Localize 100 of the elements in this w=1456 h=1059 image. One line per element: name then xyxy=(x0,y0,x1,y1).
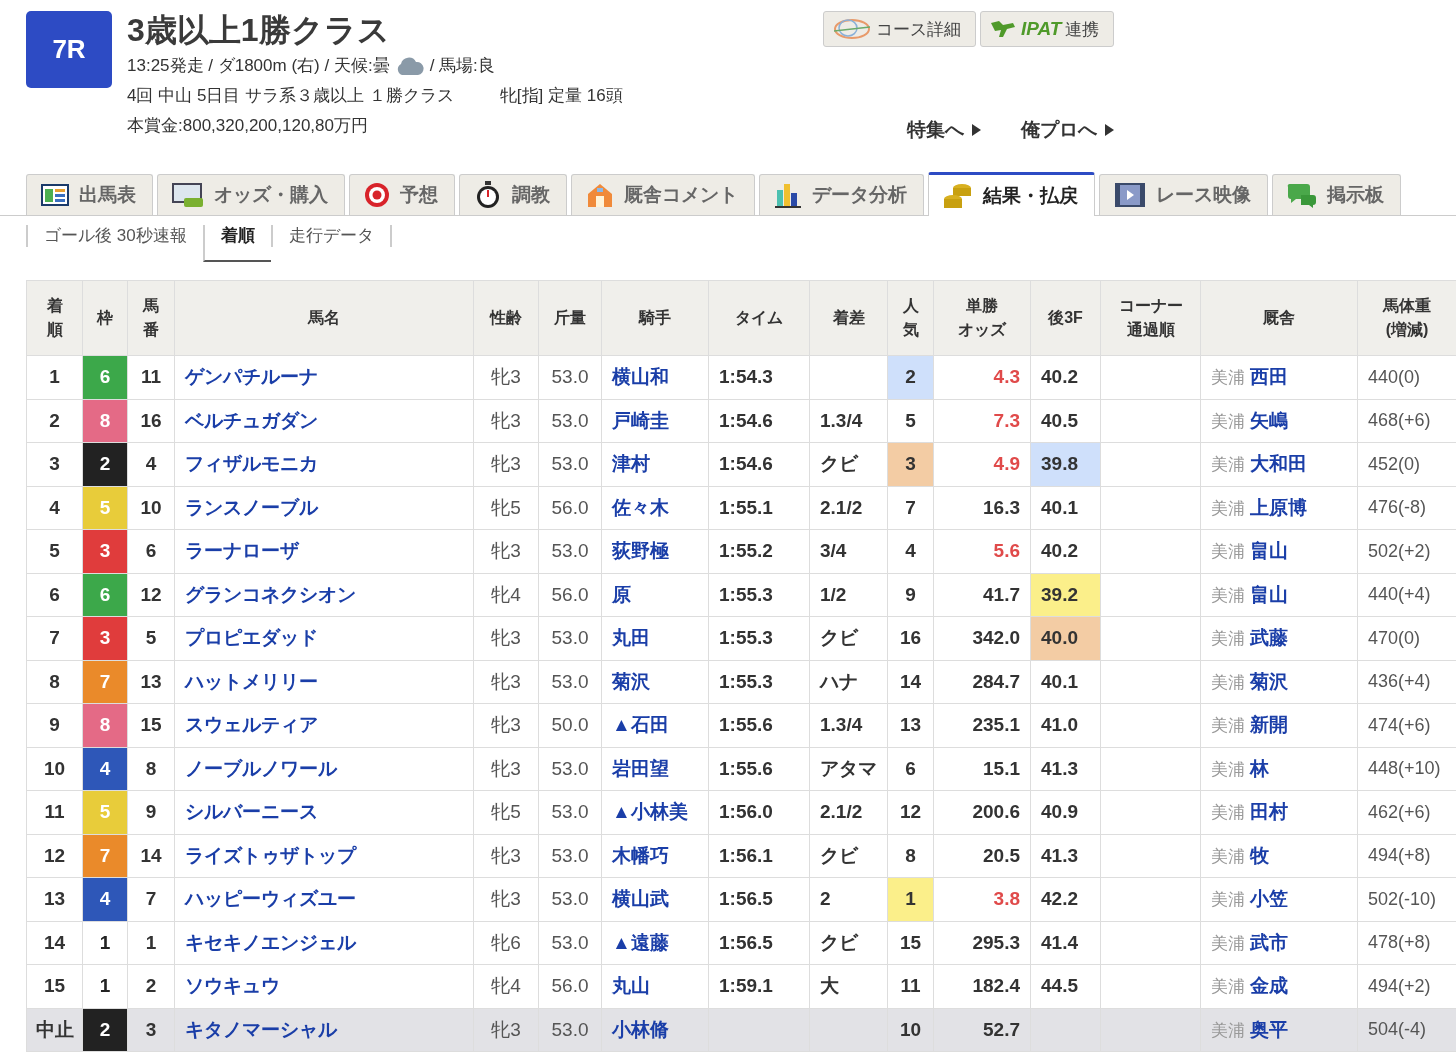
last-3f-time: 41.3 xyxy=(1030,747,1101,791)
trainer-link[interactable]: 菊沢 xyxy=(1250,670,1289,692)
last-3f-time: 40.0 xyxy=(1030,616,1101,660)
trainer-link[interactable]: 奥平 xyxy=(1250,1018,1289,1040)
stable-region: 美浦 xyxy=(1211,455,1245,475)
carried-weight: 53.0 xyxy=(538,442,602,486)
finish-time: 1:56.0 xyxy=(708,790,810,834)
jockey-link[interactable]: 丸山 xyxy=(612,975,650,997)
course-map-icon xyxy=(832,17,872,41)
results-subtab[interactable]: ゴール後 30秒速報 xyxy=(26,225,203,247)
tab[interactable]: 掲示板 xyxy=(1272,174,1401,215)
trainer-link[interactable]: 小笠 xyxy=(1250,888,1289,910)
finish-position: 9 xyxy=(26,703,83,747)
tab[interactable]: レース映像 xyxy=(1099,174,1268,215)
jockey-link[interactable]: 原 xyxy=(612,583,631,605)
win-odds: 52.7 xyxy=(933,1008,1031,1052)
stable-region: 美浦 xyxy=(1211,933,1245,953)
frame-number: 3 xyxy=(82,616,128,660)
horse-number: 14 xyxy=(127,834,175,878)
trainer-link[interactable]: 武市 xyxy=(1250,931,1289,953)
trainer-link[interactable]: 田村 xyxy=(1250,801,1289,823)
trainer-link[interactable]: 矢嶋 xyxy=(1250,409,1289,431)
cloud-icon xyxy=(395,56,424,76)
horse-number: 4 xyxy=(127,442,175,486)
horse-logo-icon xyxy=(989,19,1017,39)
carried-weight: 50.0 xyxy=(538,703,602,747)
popularity: 3 xyxy=(887,442,934,486)
race-detail: 4回 中山 5日目 サラ系３歳以上 １勝クラス xyxy=(127,85,454,107)
column-header: 馬名 xyxy=(174,280,474,356)
trainer-link[interactable]: 林 xyxy=(1250,757,1270,779)
horse-number: 12 xyxy=(127,573,175,617)
race-conditions: 牝[指] 定量 16頭 xyxy=(499,85,623,107)
jockey-link[interactable]: 菊沢 xyxy=(612,670,650,692)
results-subtab[interactable]: 走行データ xyxy=(270,225,392,247)
tab[interactable]: 厩舎コメント xyxy=(571,174,755,215)
sex-age: 牝3 xyxy=(473,1008,539,1052)
trainer-link[interactable]: 上原博 xyxy=(1250,496,1308,518)
sex-age: 牝3 xyxy=(473,399,539,443)
finish-time: 1:55.6 xyxy=(708,703,810,747)
column-header: 騎手 xyxy=(601,280,709,356)
margin: 2.1/2 xyxy=(809,486,888,530)
finish-time: 1:54.3 xyxy=(708,355,810,399)
trainer-link[interactable]: 畠山 xyxy=(1250,540,1289,562)
horse-number: 15 xyxy=(127,703,175,747)
feature-link[interactable]: 俺プロへ xyxy=(1021,117,1114,143)
margin: ハナ xyxy=(809,660,888,704)
jockey-link[interactable]: 丸田 xyxy=(612,627,650,649)
last-3f-time: 44.5 xyxy=(1030,964,1101,1008)
win-odds: 7.3 xyxy=(933,399,1031,443)
bar-chart-icon xyxy=(774,182,802,208)
win-odds: 41.7 xyxy=(933,573,1031,617)
trainer-link[interactable]: 大和田 xyxy=(1250,453,1308,475)
chat-bubbles-icon xyxy=(1287,182,1317,208)
finish-position: 12 xyxy=(26,834,83,878)
results-subtab[interactable]: 着順 xyxy=(202,225,271,262)
finish-time: 1:55.3 xyxy=(708,660,810,704)
sex-age: 牝5 xyxy=(473,790,539,834)
trainer-link[interactable]: 牧 xyxy=(1250,844,1270,866)
last-3f-time: 42.2 xyxy=(1030,877,1101,921)
tab[interactable]: 結果・払戻 xyxy=(928,172,1095,216)
tab[interactable]: データ分析 xyxy=(759,174,924,215)
finish-time: 1:55.1 xyxy=(708,486,810,530)
horse-name-link[interactable]: ラーナローザ xyxy=(185,540,299,562)
popularity: 7 xyxy=(887,486,934,530)
popularity: 8 xyxy=(887,834,934,878)
horse-name-link[interactable]: ソウキュウ xyxy=(185,975,280,997)
jockey-link[interactable]: 津村 xyxy=(612,453,650,475)
frame-number: 4 xyxy=(82,747,128,791)
finish-position: 10 xyxy=(26,747,83,791)
track-condition: / 馬場:良 xyxy=(429,55,495,77)
tab[interactable]: 調教 xyxy=(459,174,567,215)
carried-weight: 53.0 xyxy=(538,1008,602,1052)
horse-number: 2 xyxy=(127,964,175,1008)
finish-position: 11 xyxy=(26,790,83,834)
tab[interactable]: 予想 xyxy=(349,174,455,215)
stable-region: 美浦 xyxy=(1211,890,1245,910)
trainer-link[interactable]: 金成 xyxy=(1250,975,1289,997)
race-number-badge: 7R xyxy=(26,11,112,88)
win-odds: 16.3 xyxy=(933,486,1031,530)
frame-number: 4 xyxy=(82,877,128,921)
column-header: 後3F xyxy=(1030,280,1101,356)
feature-link[interactable]: 特集へ xyxy=(907,117,981,143)
tab[interactable]: 出馬表 xyxy=(26,174,153,215)
sex-age: 牝3 xyxy=(473,660,539,704)
stable-region: 美浦 xyxy=(1211,498,1245,518)
trainer-link[interactable]: 武藤 xyxy=(1250,627,1289,649)
horse-number: 5 xyxy=(127,616,175,660)
trainer-link[interactable]: 畠山 xyxy=(1250,583,1289,605)
trainer-link[interactable]: 西田 xyxy=(1250,366,1289,388)
popularity: 6 xyxy=(887,747,934,791)
win-odds: 200.6 xyxy=(933,790,1031,834)
finish-time: 1:59.1 xyxy=(708,964,810,1008)
last-3f-time: 40.2 xyxy=(1030,529,1101,573)
trainer-link[interactable]: 新開 xyxy=(1250,714,1289,736)
tab[interactable]: オッズ・購入 xyxy=(157,174,345,215)
last-3f-time: 41.3 xyxy=(1030,834,1101,878)
ipat-link-button[interactable]: IPAT 連携 xyxy=(980,11,1115,47)
carried-weight: 53.0 xyxy=(538,529,602,573)
course-detail-button[interactable]: コース詳細 xyxy=(823,11,976,47)
carried-weight: 56.0 xyxy=(538,573,602,617)
